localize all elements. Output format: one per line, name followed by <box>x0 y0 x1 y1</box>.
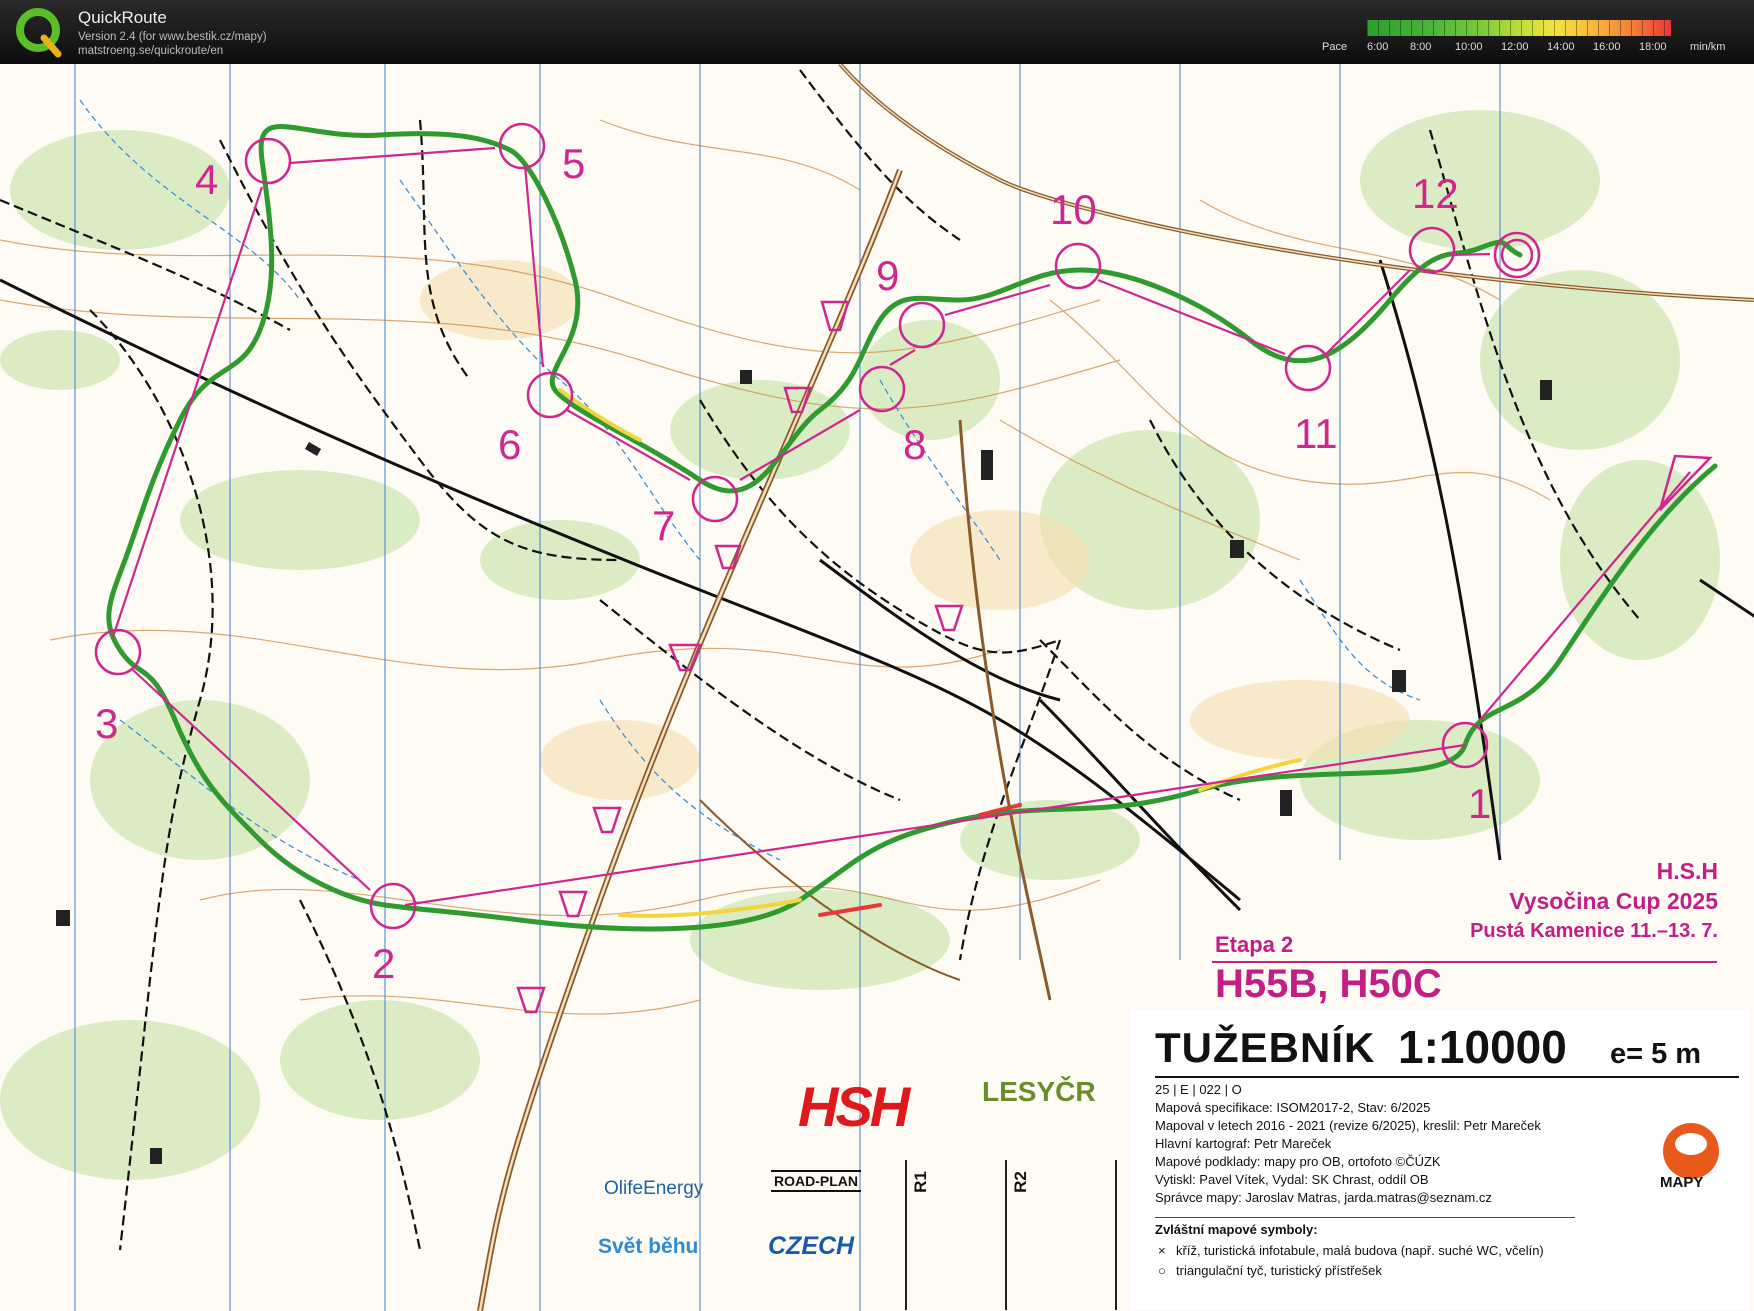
pace-unit: min/km <box>1690 41 1726 53</box>
mapy-logo-text: MAPY <box>1660 1174 1704 1191</box>
control-number-6: 6 <box>498 421 522 468</box>
control-number-12: 12 <box>1412 170 1459 217</box>
url-line: matstroeng.se/quickroute/en <box>78 45 224 57</box>
club-name: H.S.H <box>1656 858 1718 884</box>
quickroute-title-bar: QuickRoute Version 2.4 (for www.bestik.c… <box>0 0 1754 64</box>
cross-icon: × <box>1158 1243 1166 1258</box>
pace-tick: 18:00 <box>1639 41 1667 53</box>
pace-tick: 14:00 <box>1547 41 1575 53</box>
pace-tick: 8:00 <box>1410 41 1432 53</box>
special-symbols-title: Zvláštní mapové symboly: <box>1155 1222 1318 1237</box>
pace-tick: 10:00 <box>1455 41 1483 53</box>
control-number-11: 11 <box>1294 410 1338 457</box>
version-line: Version 2.4 (for www.bestik.cz/mapy) <box>78 31 267 43</box>
lesy-cr-logo: LESYČR <box>982 1076 1096 1107</box>
pace-tick: 6:00 <box>1367 41 1389 53</box>
divider <box>1155 1217 1575 1218</box>
divider <box>1005 1160 1007 1310</box>
circle-icon: ○ <box>1158 1263 1166 1278</box>
control-number-1: 1 <box>1468 780 1492 827</box>
info-line: Mapová specifikace: ISOM2017-2, Stav: 6/… <box>1155 1100 1431 1115</box>
control-number-2: 2 <box>372 940 396 987</box>
mapy-logo-icon <box>1663 1123 1719 1179</box>
event-name: Vysočina Cup 2025 <box>1509 888 1718 914</box>
pace-tick: 16:00 <box>1593 41 1621 53</box>
info-line: Správce mapy: Jaroslav Matras, jarda.mat… <box>1155 1190 1492 1205</box>
divider <box>905 1160 907 1310</box>
control-3 <box>94 628 142 676</box>
control-number-10: 10 <box>1050 186 1097 233</box>
pace-scale-ticks <box>1367 20 1671 36</box>
quickroute-logo-icon <box>16 8 62 58</box>
course-categories: H55B, H50C <box>1215 962 1442 1006</box>
pace-tick: 12:00 <box>1501 41 1529 53</box>
app-version-info: Version 2.4 (for www.bestik.cz/mapy) mat… <box>78 30 267 58</box>
r2-label: R2 <box>1010 1171 1030 1193</box>
control-number-4: 4 <box>195 156 219 203</box>
map-name: TUŽEBNÍK <box>1155 1024 1376 1071</box>
map-info: 25 | E | 022 | O Mapová specifikace: ISO… <box>1155 1081 1541 1207</box>
stage-label: Etapa 2 <box>1215 932 1294 957</box>
contour-interval: e= 5 m <box>1610 1038 1702 1070</box>
event-place-dates: Pustá Kamenice 11.–13. 7. <box>1470 920 1718 942</box>
olife-energy-logo: OlifeEnergy <box>604 1178 704 1199</box>
divider <box>1155 1076 1739 1078</box>
divider <box>1115 1160 1117 1310</box>
control-number-8: 8 <box>903 421 927 468</box>
info-line: Vytiskl: Pavel Vítek, Vydal: SK Chrast, … <box>1155 1172 1429 1187</box>
symbol-text: triangulační tyč, turistický přístřešek <box>1176 1263 1382 1278</box>
control-number-7: 7 <box>652 502 676 549</box>
control-number-9: 9 <box>876 252 900 299</box>
road-plan-logo: ROAD-PLAN <box>771 1170 861 1192</box>
pace-label: Pace <box>1322 41 1348 53</box>
symbol-text: kříž, turistická infotabule, malá budova… <box>1176 1243 1544 1258</box>
info-line: 25 | E | 022 | O <box>1155 1082 1242 1097</box>
control-number-5: 5 <box>562 140 586 187</box>
control-10 <box>1054 242 1102 290</box>
r1-label: R1 <box>910 1171 930 1193</box>
control-number-3: 3 <box>95 700 119 747</box>
special-symbol: × kříž, turistická infotabule, malá budov… <box>1158 1243 1544 1258</box>
app-title: QuickRoute <box>78 8 167 27</box>
hsh-logo: HSH <box>798 1075 910 1138</box>
czech-logo: CZECH <box>768 1232 855 1260</box>
info-line: Mapoval v letech 2016 - 2021 (revize 6/2… <box>1155 1118 1541 1133</box>
event-header: H.S.H Vysočina Cup 2025 Pustá Kamenice 1… <box>1470 856 1718 946</box>
special-symbol: ○ triangulační tyč, turistický přístřešek <box>1158 1263 1382 1278</box>
svet-behu-logo: Svět běhu <box>598 1235 699 1258</box>
control-11 <box>1284 344 1332 392</box>
control-4 <box>244 137 292 185</box>
info-line: Mapové podklady: mapy pro OB, ortofoto ©… <box>1155 1154 1441 1169</box>
info-line: Hlavní kartograf: Petr Mareček <box>1155 1136 1332 1151</box>
map-scale: 1:10000 <box>1398 1021 1567 1073</box>
